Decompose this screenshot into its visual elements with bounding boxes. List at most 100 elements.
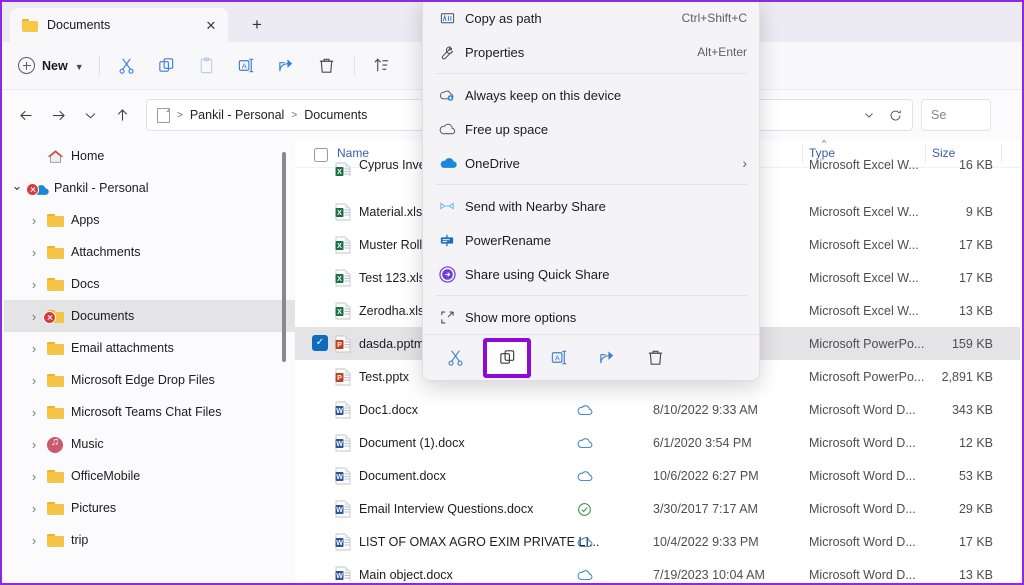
chevron-right-icon[interactable]: ›	[23, 214, 45, 227]
svg-text:X: X	[337, 169, 342, 176]
copy-button[interactable]	[147, 49, 187, 83]
table-row[interactable]: WMain object.docx7/19/2023 10:04 AMMicro…	[295, 558, 1020, 581]
menu-separator	[435, 73, 747, 74]
rename-menu-button[interactable]: A	[539, 341, 579, 375]
show-more-icon	[439, 309, 465, 326]
refresh-icon[interactable]	[882, 102, 908, 128]
sidebar-item-trip[interactable]: ›trip	[4, 524, 295, 556]
rename-button[interactable]: A	[227, 49, 267, 83]
menu-item-label: Always keep on this device	[465, 88, 621, 103]
file-name: Main object.docx	[359, 568, 453, 582]
menu-item-properties[interactable]: PropertiesAlt+Enter	[423, 35, 759, 69]
menu-item-onedrive[interactable]: OneDrive›	[423, 146, 759, 180]
tab-documents[interactable]: Documents ✕	[10, 8, 228, 42]
menu-separator	[435, 295, 747, 296]
file-date-modified: 7/19/2023 10:04 AM	[653, 568, 765, 582]
sidebar-item-officemobile[interactable]: ›OfficeMobile	[4, 460, 295, 492]
context-menu: Copy as pathCtrl+Shift+CPropertiesAlt+En…	[422, 0, 760, 381]
menu-item-free-up-space[interactable]: Free up space	[423, 112, 759, 146]
chevron-right-icon[interactable]: ›	[23, 278, 45, 291]
table-row[interactable]: WEmail Interview Questions.docx3/30/2017…	[295, 492, 1020, 525]
chevron-right-icon[interactable]: ›	[23, 246, 45, 259]
menu-separator	[435, 184, 747, 185]
cut-button[interactable]	[107, 49, 147, 83]
sidebar-item-label: Music	[71, 437, 104, 451]
chevron-right-icon[interactable]: ›	[23, 534, 45, 547]
chevron-right-icon[interactable]: ›	[23, 310, 45, 323]
menu-item-copy-as-path[interactable]: Copy as pathCtrl+Shift+C	[423, 1, 759, 35]
new-button[interactable]: New ▼	[12, 51, 92, 81]
folder-icon	[45, 498, 67, 518]
sidebar-item-microsoft-edge-drop-files[interactable]: ›Microsoft Edge Drop Files	[4, 364, 295, 396]
word-icon: W	[335, 467, 351, 485]
word-icon: W	[335, 566, 351, 581]
breadcrumb-separator: >	[177, 110, 183, 121]
file-size: 2,891 KB	[895, 370, 993, 384]
search-placeholder: Se	[931, 108, 946, 122]
chevron-right-icon[interactable]: ›	[23, 470, 45, 483]
table-row[interactable]: WLIST OF OMAX AGRO EXIM PRIVATE LI...10/…	[295, 525, 1020, 558]
share-button[interactable]	[267, 49, 307, 83]
sidebar-item-pankil-personal[interactable]: ⌄Pankil - Personal	[4, 172, 295, 204]
menu-item-shortcut: Ctrl+Shift+C	[682, 11, 747, 25]
recent-locations-button[interactable]	[74, 99, 106, 131]
chevron-right-icon[interactable]: ›	[23, 374, 45, 387]
file-name: Document.docx	[359, 469, 446, 483]
sidebar-item-apps[interactable]: ›Apps	[4, 204, 295, 236]
delete-menu-button[interactable]	[635, 341, 675, 375]
chevron-down-icon[interactable]: ⌄	[6, 179, 28, 192]
folder-icon	[45, 242, 67, 262]
up-button[interactable]	[106, 99, 138, 131]
cut-menu-button[interactable]	[435, 341, 475, 375]
paste-button[interactable]	[187, 49, 227, 83]
chevron-right-icon[interactable]: ›	[23, 438, 45, 451]
chevron-right-icon[interactable]: ›	[23, 502, 45, 515]
sidebar-item-microsoft-teams-chat-files[interactable]: ›Microsoft Teams Chat Files	[4, 396, 295, 428]
menu-item-show-more-options[interactable]: Show more options	[423, 300, 759, 334]
forward-button[interactable]	[42, 99, 74, 131]
table-row[interactable]: WDocument.docx10/6/2022 6:27 PMMicrosoft…	[295, 459, 1020, 492]
back-button[interactable]	[10, 99, 42, 131]
sidebar-item-email-attachments[interactable]: ›Email attachments	[4, 332, 295, 364]
file-name: Material.xlsx	[359, 205, 428, 219]
sidebar-item-documents[interactable]: ›Documents	[4, 300, 295, 332]
folder-icon	[45, 530, 67, 550]
menu-item-powerrename[interactable]: PowerRename	[423, 223, 759, 257]
file-name: dasda.pptm	[359, 337, 424, 351]
file-name: Zerodha.xlsx	[359, 304, 431, 318]
word-icon: W	[335, 434, 351, 452]
sort-button[interactable]	[362, 49, 402, 83]
table-row[interactable]: WDoc1.docx8/10/2022 9:33 AMMicrosoft Wor…	[295, 393, 1020, 426]
share-menu-button[interactable]	[587, 341, 627, 375]
trash-icon	[646, 348, 665, 367]
breadcrumb-item-0[interactable]: Pankil - Personal	[190, 108, 285, 122]
svg-text:X: X	[337, 243, 342, 250]
chevron-right-icon[interactable]: ›	[23, 406, 45, 419]
close-icon[interactable]: ✕	[200, 14, 222, 36]
file-name: LIST OF OMAX AGRO EXIM PRIVATE LI...	[359, 535, 599, 549]
toolbar-divider	[99, 56, 100, 76]
folder-icon	[45, 402, 67, 422]
delete-button[interactable]	[307, 49, 347, 83]
sidebar-scrollbar[interactable]	[282, 152, 286, 362]
chevron-down-icon[interactable]	[856, 102, 882, 128]
menu-item-share-using-quick-share[interactable]: Share using Quick Share	[423, 257, 759, 291]
sidebar-item-attachments[interactable]: ›Attachments	[4, 236, 295, 268]
new-tab-button[interactable]: +	[240, 10, 274, 40]
search-input[interactable]: Se	[921, 99, 991, 131]
sidebar-item-pictures[interactable]: ›Pictures	[4, 492, 295, 524]
row-checkbox[interactable]	[312, 335, 328, 351]
cloud-outline-icon	[577, 436, 597, 450]
excel-icon: X	[335, 236, 351, 254]
breadcrumb-item-1[interactable]: Documents	[304, 108, 367, 122]
powerrename-icon	[439, 233, 465, 248]
copy-menu-button[interactable]	[483, 338, 531, 378]
svg-text:W: W	[336, 474, 343, 481]
menu-item-always-keep-on-this-device[interactable]: Always keep on this device	[423, 78, 759, 112]
sidebar-item-music[interactable]: › Music	[4, 428, 295, 460]
menu-item-send-with-nearby-share[interactable]: Send with Nearby Share	[423, 189, 759, 223]
sidebar-item-docs[interactable]: ›Docs	[4, 268, 295, 300]
sidebar-item-home[interactable]: Home	[4, 140, 295, 172]
chevron-right-icon[interactable]: ›	[23, 342, 45, 355]
table-row[interactable]: WDocument (1).docx6/1/2020 3:54 PMMicros…	[295, 426, 1020, 459]
